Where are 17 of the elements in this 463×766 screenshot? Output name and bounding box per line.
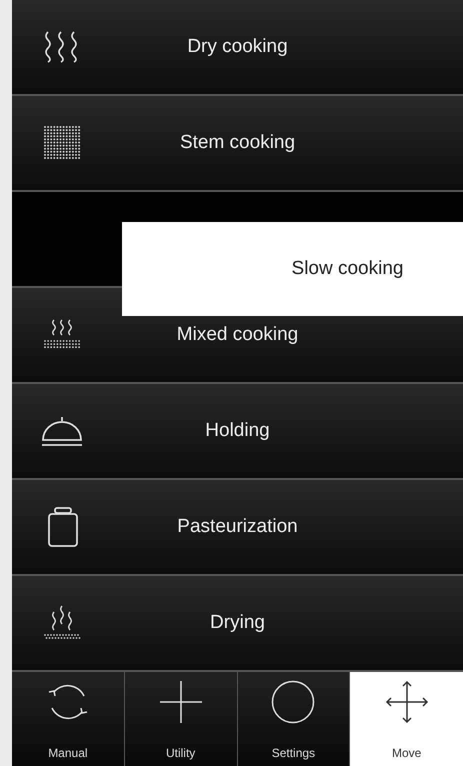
mode-item[interactable]: Mixed cooking (112, 324, 363, 346)
circle-icon (271, 680, 316, 724)
cloche-icon (40, 414, 84, 448)
mode-item[interactable]: Dry cooking (112, 36, 363, 58)
move-arrows-icon (384, 680, 429, 724)
mode-item[interactable]: Stem cooking (112, 132, 363, 154)
tab[interactable]: Move (350, 672, 463, 766)
tab[interactable]: Utility (124, 672, 238, 766)
dragged-mode-item[interactable]: Slow cooking (122, 222, 463, 316)
steam-over-dots-icon (42, 604, 82, 642)
mode-item[interactable]: Pasteurization (112, 516, 363, 538)
plus-icon (158, 680, 203, 724)
mode-item[interactable]: Holding (112, 420, 363, 442)
tab[interactable]: Settings (238, 672, 350, 766)
mode-item[interactable]: Drying (112, 612, 363, 634)
tab[interactable]: Manual (12, 672, 125, 766)
dot-grid-icon (43, 125, 81, 161)
